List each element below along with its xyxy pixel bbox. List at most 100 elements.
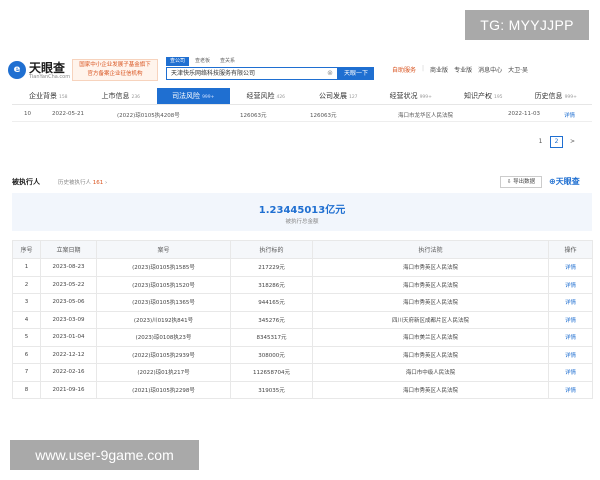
col-amount: 执行标的 — [230, 240, 313, 259]
export-button[interactable]: ⇩ 导出数据 — [500, 176, 542, 188]
row-case-no: (2022)琼0105执2939号 — [96, 345, 231, 364]
nav-business[interactable]: 商业版 — [430, 65, 448, 74]
table-row: 5 2023-01-04 (2023)琼0108执23号 8345317元 海口市美兰区… — [12, 328, 593, 347]
row-detail-link[interactable]: 详情 — [548, 258, 593, 277]
logo[interactable]: e 天眼查 TianYanCha.com — [8, 58, 70, 84]
tab-history[interactable]: 历史信息 999+ — [520, 88, 593, 104]
row-detail-link[interactable]: 详情 — [548, 363, 593, 382]
nav-pro[interactable]: 专业版 — [454, 65, 472, 74]
search-input-value: 天津快乐网络科技服务有限公司 — [171, 70, 256, 77]
logo-icon: ⊕ — [549, 177, 556, 186]
row-date: 2023-05-06 — [40, 293, 97, 312]
section-logo: ⊕天眼查 — [549, 177, 580, 186]
table-header: 序号 立案日期 案号 执行标的 执行法院 操作 — [12, 240, 593, 259]
table-row: 6 2022-12-12 (2022)琼0105执2939号 308000元 海口市秀英… — [12, 345, 593, 364]
page-next[interactable]: > — [566, 136, 579, 148]
tab-judicial-risk[interactable]: 司法风险 999+ — [157, 88, 230, 104]
promo-line-1: 国家中小企业发展子基金旗下 — [79, 62, 151, 68]
pagination: 1 2 > — [534, 136, 579, 148]
row-case-no: (2022)琼01执217号 — [96, 363, 231, 382]
row-date: 2023-01-04 — [40, 328, 97, 347]
row-detail-link[interactable]: 详情 — [548, 275, 593, 294]
row-end-date: 2022-11-03 — [508, 111, 540, 117]
table-row: 3 2023-05-06 (2023)琼0105执1365号 944165元 海口市秀英… — [12, 293, 593, 312]
nav-self-service[interactable]: 自助服务 — [392, 65, 416, 74]
row-index: 2 — [12, 275, 41, 294]
export-icon: ⇩ — [506, 179, 512, 185]
watermark-bottom: www.user-9game.com — [10, 440, 199, 470]
col-court: 执行法院 — [312, 240, 549, 259]
row-case-no: (2023)川0192执841号 — [96, 310, 231, 329]
row-amount: 112658704元 — [230, 363, 313, 382]
nav-user[interactable]: 大卫·吴 — [508, 65, 528, 74]
row-date: 2021-09-16 — [40, 380, 97, 399]
search-tab-company[interactable]: 查公司 — [166, 57, 190, 66]
tab-listing[interactable]: 上市信息 236 — [85, 88, 158, 104]
tab-operating-status[interactable]: 经营状况 999+ — [375, 88, 448, 104]
row-detail-link[interactable]: 详情 — [548, 310, 593, 329]
tab-development[interactable]: 公司发展 127 — [302, 88, 375, 104]
row-index: 10 — [24, 111, 31, 117]
row-date: 2022-12-12 — [40, 345, 97, 364]
row-date: 2022-05-21 — [52, 111, 84, 117]
col-date: 立案日期 — [40, 240, 97, 259]
row-case-no: (2021)琼0105执2298号 — [96, 380, 231, 399]
row-index: 7 — [12, 363, 41, 382]
executed-table: 序号 立案日期 案号 执行标的 执行法院 操作 1 2023-08-23 (2023… — [12, 240, 593, 399]
row-detail-link[interactable]: 详情 — [548, 328, 593, 347]
tab-ip[interactable]: 知识产权 195 — [447, 88, 520, 104]
row-index: 8 — [12, 380, 41, 399]
row-detail-link[interactable]: 详情 — [548, 345, 593, 364]
row-case-no: (2023)琼0105执1585号 — [96, 258, 231, 277]
main-tabs: 企业背景 158 上市信息 236 司法风险 999+ 经营风险 426 公司发展 127… — [12, 88, 592, 105]
col-index: 序号 — [12, 240, 41, 259]
row-court: 海口市秀英区人民法院 — [312, 345, 549, 364]
watermark-top: TG: MYYJJPP — [465, 10, 589, 40]
row-case-no: (2023)琼0105执1365号 — [96, 293, 231, 312]
row-court: 海口市美兰区人民法院 — [312, 328, 549, 347]
row-court: 海口市龙华区人民法院 — [398, 113, 454, 119]
row-amount: 308000元 — [230, 345, 313, 364]
row-date: 2023-03-09 — [40, 310, 97, 329]
row-detail-link[interactable]: 详情 — [548, 293, 593, 312]
chevron-right-icon: › — [105, 180, 108, 186]
logo-icon: e — [8, 61, 26, 79]
col-action: 操作 — [548, 240, 593, 259]
row-court: 海口市秀英区人民法院 — [312, 258, 549, 277]
history-link[interactable]: 历史被执行人 161 › — [58, 178, 107, 186]
row-amount: 944165元 — [230, 293, 313, 312]
row-amount: 217229元 — [230, 258, 313, 277]
page-1[interactable]: 1 — [534, 136, 547, 148]
row-amount: 8345317元 — [230, 328, 313, 347]
row-index: 3 — [12, 293, 41, 312]
promo-banner[interactable]: 国家中小企业发展子基金旗下 官方备案企业征信机构 — [72, 59, 158, 81]
row-index: 4 — [12, 310, 41, 329]
table-row: 10 2022-05-21 (2022)琼0105执4208号 126063元 … — [12, 108, 592, 122]
row-case-no: (2022)琼0105执4208号 — [117, 113, 180, 119]
summary-card: 1.23445013亿元 被执行总金额 — [12, 193, 592, 231]
tab-operating-risk[interactable]: 经营风险 426 — [230, 88, 303, 104]
search-button[interactable]: 天眼一下 — [338, 67, 374, 80]
row-detail-link[interactable]: 详情 — [564, 111, 575, 119]
row-amount: 345276元 — [230, 310, 313, 329]
page-2[interactable]: 2 — [550, 136, 563, 148]
search-type-tabs: 查公司 查老板 查关系 — [166, 57, 239, 66]
clear-icon[interactable]: ⊗ — [327, 68, 333, 79]
search-tab-relation[interactable]: 查关系 — [216, 57, 239, 66]
row-index: 5 — [12, 328, 41, 347]
nav-divider: | — [422, 65, 425, 72]
row-court: 海口市秀英区人民法院 — [312, 293, 549, 312]
logo-url: TianYanCha.com — [29, 74, 71, 80]
nav-messages[interactable]: 消息中心 — [478, 65, 502, 74]
col-case-no: 案号 — [96, 240, 231, 259]
table-row: 1 2023-08-23 (2023)琼0105执1585号 217229元 海口市秀英… — [12, 258, 593, 277]
search-input[interactable]: 天津快乐网络科技服务有限公司 ⊗ — [166, 67, 338, 80]
tab-background[interactable]: 企业背景 158 — [12, 88, 85, 104]
row-date: 2022-02-16 — [40, 363, 97, 382]
row-amount: 319035元 — [230, 380, 313, 399]
row-detail-link[interactable]: 详情 — [548, 380, 593, 399]
header: e 天眼查 TianYanCha.com 国家中小企业发展子基金旗下 官方备案企… — [0, 55, 600, 87]
top-nav: 自助服务 | 商业版 专业版 消息中心 大卫·吴 — [392, 65, 528, 74]
search-tab-boss[interactable]: 查老板 — [191, 57, 214, 66]
row-amount: 318286元 — [230, 275, 313, 294]
